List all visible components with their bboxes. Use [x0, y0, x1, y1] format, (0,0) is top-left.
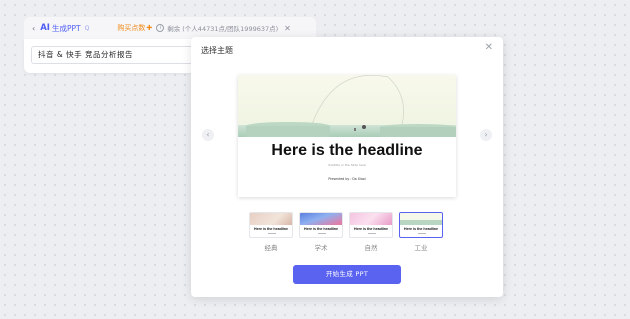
theme-label: 经典 [264, 244, 278, 252]
theme-label: 自然 [364, 244, 378, 252]
chevron-left-icon[interactable]: ‹ [32, 24, 35, 33]
cover-scene-graphic [238, 75, 456, 137]
theme-thumbnail-band [400, 213, 442, 225]
theme-thumbnail: Here is the headline [299, 212, 343, 238]
theme-label: 工业 [414, 244, 428, 252]
dialog-title: 选择主题 [201, 46, 233, 55]
theme-thumbnail-text: Here is the headline [354, 227, 388, 231]
chevron-left-icon[interactable]: ‹ [202, 129, 214, 141]
theme-academic[interactable]: Here is the headline 学术 [299, 212, 343, 252]
theme-thumbnail-text: Here is the headline [404, 227, 438, 231]
theme-thumbnail-band [300, 213, 342, 225]
buy-points-link[interactable]: 购买点数 [117, 23, 145, 33]
slide-cover-image [238, 75, 456, 137]
q-badge-icon: Q [84, 24, 90, 32]
theme-thumbnail-text: Here is the headline [254, 227, 288, 231]
start-generate-button[interactable]: 开始生成 PPT [293, 265, 401, 284]
chevron-right-icon[interactable]: › [480, 129, 492, 141]
close-icon[interactable]: ✕ [284, 24, 291, 33]
theme-thumbnail: Here is the headline [249, 212, 293, 238]
slide-headline: Here is the headline [271, 142, 423, 159]
theme-thumbnail: Here is the headline [349, 212, 393, 238]
plus-icon: ✚ [146, 24, 153, 32]
ai-ppt-toolbar: ‹ AI 生成PPT Q 购买点数 ✚ i 剩余 (个人44731点/团队199… [24, 17, 316, 39]
theme-thumbnail-text: Here is the headline [304, 227, 338, 231]
theme-list: Here is the headline 经典 Here is the head… [249, 212, 445, 252]
theme-thumbnail: Here is the headline [399, 212, 443, 238]
theme-thumbnail-line [268, 233, 276, 234]
remaining-points-text: 剩余 (个人44731点/团队1999637点) [167, 25, 279, 33]
theme-select-dialog: 选择主题 ✕ ‹ › Here is the headline Subtitle… [191, 37, 503, 297]
close-icon[interactable]: ✕ [485, 42, 493, 53]
theme-industrial[interactable]: Here is the headline 工业 [399, 212, 443, 252]
theme-label: 学术 [314, 244, 328, 252]
ai-label: AI [40, 23, 50, 33]
theme-thumbnail-band [250, 213, 292, 225]
theme-nature[interactable]: Here is the headline 自然 [349, 212, 393, 252]
theme-thumbnail-line [418, 233, 426, 234]
theme-thumbnail-line [318, 233, 326, 234]
generate-ppt-label: 生成PPT [51, 23, 81, 33]
slide-presenter: Presented by : Da Xiaoi [328, 177, 366, 181]
slide-preview: Here is the headline Subtitle or the Sli… [238, 75, 456, 197]
slide-subtitle: Subtitle or the Slide here [328, 163, 366, 167]
info-icon: i [156, 24, 165, 32]
theme-classic[interactable]: Here is the headline 经典 [249, 212, 293, 252]
theme-thumbnail-line [368, 233, 376, 234]
theme-thumbnail-band [350, 213, 392, 225]
